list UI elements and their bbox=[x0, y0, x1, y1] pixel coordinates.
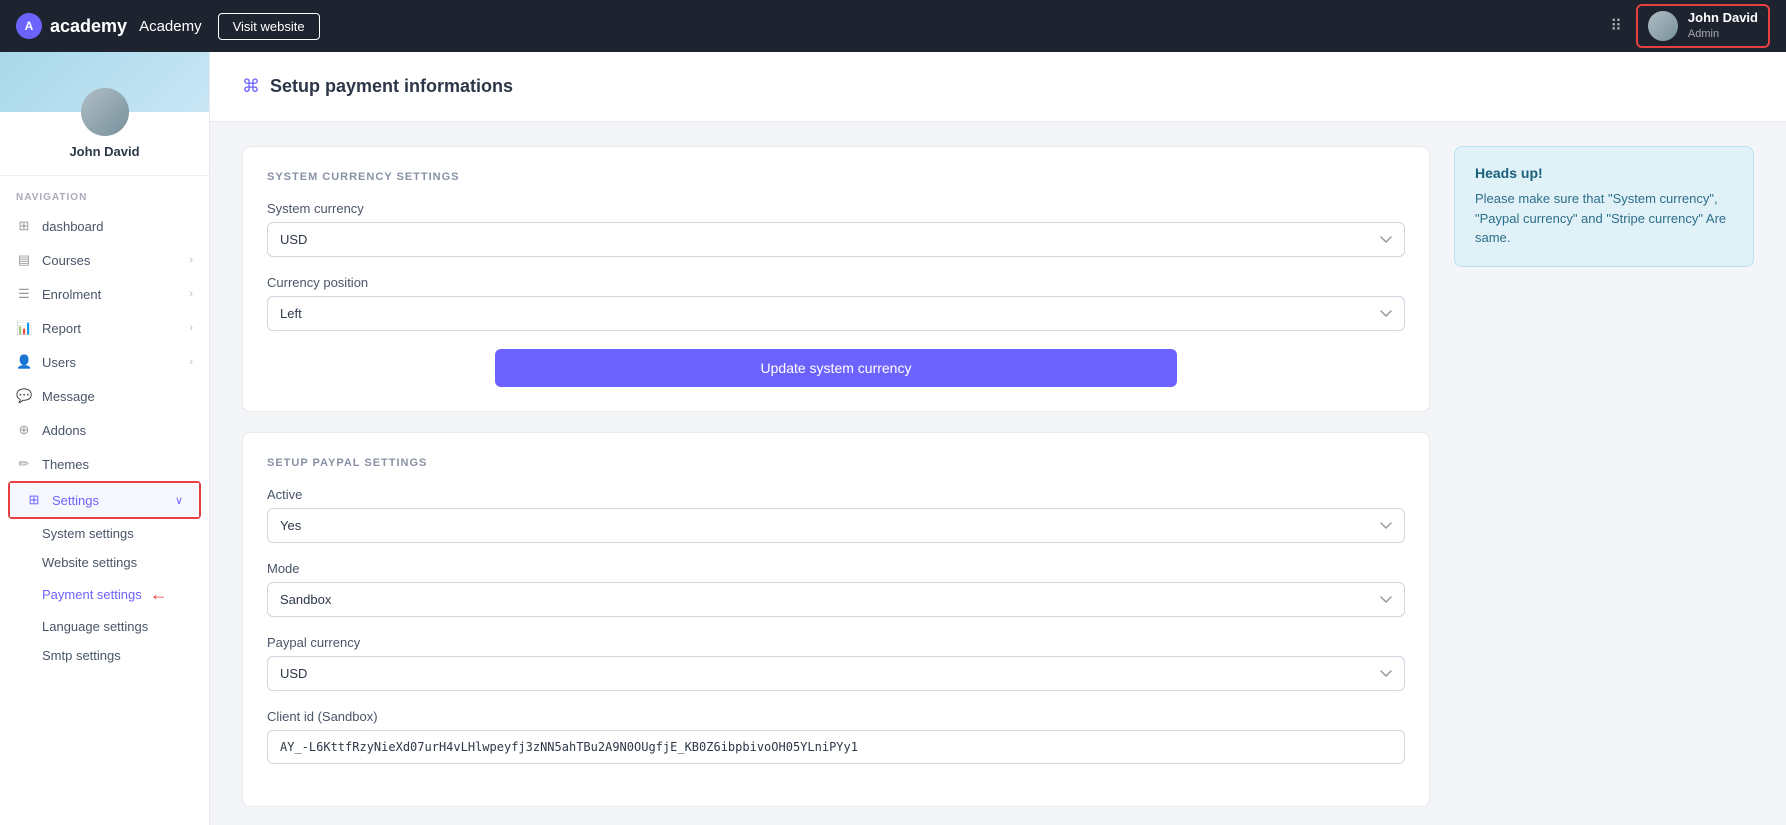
sidebar-item-enrolment[interactable]: ☰ Enrolment › bbox=[0, 277, 209, 311]
sidebar-item-report[interactable]: 📊 Report › bbox=[0, 311, 209, 345]
sidebar-item-label: Message bbox=[42, 389, 95, 404]
paypal-mode-group: Mode Sandbox Live bbox=[267, 561, 1405, 617]
avatar-image bbox=[1648, 11, 1678, 41]
paypal-active-group: Active Yes No bbox=[267, 487, 1405, 543]
nav-section-label: NAVIGATION bbox=[0, 176, 209, 209]
client-id-label: Client id (Sandbox) bbox=[267, 709, 1405, 724]
sidebar-sub-smtp-settings[interactable]: Smtp settings bbox=[0, 641, 209, 670]
sidebar-item-label: Report bbox=[42, 321, 81, 336]
sidebar-sub-system-settings[interactable]: System settings bbox=[0, 519, 209, 548]
active-arrow-icon: ← bbox=[150, 584, 168, 605]
chevron-right-icon: › bbox=[189, 322, 193, 334]
user-name: John David bbox=[1688, 10, 1758, 27]
sidebar-sub-language-settings[interactable]: Language settings bbox=[0, 612, 209, 641]
topnav-right: ⠿ John David Admin bbox=[1610, 4, 1770, 47]
sidebar-avatar bbox=[81, 88, 129, 136]
sidebar-sub-website-settings[interactable]: Website settings bbox=[0, 548, 209, 577]
paypal-mode-label: Mode bbox=[267, 561, 1405, 576]
paypal-currency-select[interactable]: USD EUR GBP bbox=[267, 656, 1405, 691]
user-role: Admin bbox=[1688, 27, 1758, 41]
sidebar-sub-payment-settings[interactable]: Payment settings ← bbox=[0, 577, 209, 612]
addons-icon: ⊕ bbox=[16, 422, 32, 438]
report-icon: 📊 bbox=[16, 320, 32, 336]
sidebar-item-label: Courses bbox=[42, 253, 90, 268]
currency-settings-card: SYSTEM CURRENCY SETTINGS System currency… bbox=[242, 146, 1430, 412]
client-id-group: Client id (Sandbox) bbox=[267, 709, 1405, 764]
currency-label: System currency bbox=[267, 201, 1405, 216]
topnav: A academy Academy Visit website ⠿ John D… bbox=[0, 0, 1786, 52]
client-id-input[interactable] bbox=[267, 730, 1405, 764]
sidebar-item-label: Themes bbox=[42, 457, 89, 472]
chevron-right-icon: › bbox=[189, 288, 193, 300]
page-title: Setup payment informations bbox=[270, 76, 513, 97]
body-layout: John David NAVIGATION ⊞ dashboard ▤ Cour… bbox=[0, 52, 1786, 825]
paypal-settings-card: SETUP PAYPAL SETTINGS Active Yes No Mode… bbox=[242, 432, 1430, 807]
sidebar-item-label: Users bbox=[42, 355, 76, 370]
page-header-icon: ⌘ bbox=[242, 76, 260, 97]
sidebar-profile: John David bbox=[0, 52, 209, 176]
position-select[interactable]: Left Right bbox=[267, 296, 1405, 331]
sidebar: John David NAVIGATION ⊞ dashboard ▤ Cour… bbox=[0, 52, 210, 825]
sidebar-item-users[interactable]: 👤 Users › bbox=[0, 345, 209, 379]
currency-position-group: Currency position Left Right bbox=[267, 275, 1405, 331]
system-currency-group: System currency USD EUR GBP bbox=[267, 201, 1405, 257]
enrolment-icon: ☰ bbox=[16, 286, 32, 302]
paypal-currency-label: Paypal currency bbox=[267, 635, 1405, 650]
sidebar-item-dashboard[interactable]: ⊞ dashboard bbox=[0, 209, 209, 243]
user-info: John David Admin bbox=[1688, 10, 1758, 41]
content-right: Heads up! Please make sure that "System … bbox=[1454, 146, 1754, 807]
sidebar-item-settings[interactable]: ⊞ Settings ∨ bbox=[10, 483, 199, 517]
sidebar-item-label: Enrolment bbox=[42, 287, 101, 302]
update-currency-button[interactable]: Update system currency bbox=[495, 349, 1178, 387]
content-grid: SYSTEM CURRENCY SETTINGS System currency… bbox=[210, 122, 1786, 825]
paypal-currency-group: Paypal currency USD EUR GBP bbox=[267, 635, 1405, 691]
position-label: Currency position bbox=[267, 275, 1405, 290]
sidebar-item-courses[interactable]: ▤ Courses › bbox=[0, 243, 209, 277]
grid-icon[interactable]: ⠿ bbox=[1610, 16, 1622, 36]
settings-highlighted-container: ⊞ Settings ∨ bbox=[8, 481, 201, 519]
chevron-right-icon: › bbox=[189, 356, 193, 368]
info-card-text: Please make sure that "System currency",… bbox=[1475, 189, 1733, 248]
paypal-mode-select[interactable]: Sandbox Live bbox=[267, 582, 1405, 617]
sidebar-item-label: Settings bbox=[52, 493, 99, 508]
dashboard-icon: ⊞ bbox=[16, 218, 32, 234]
avatar bbox=[1648, 11, 1678, 41]
paypal-active-label: Active bbox=[267, 487, 1405, 502]
topnav-user-menu[interactable]: John David Admin bbox=[1636, 4, 1770, 47]
visit-website-button[interactable]: Visit website bbox=[218, 13, 320, 40]
logo-icon: A bbox=[16, 13, 42, 39]
themes-icon: ✏ bbox=[16, 456, 32, 472]
chevron-down-icon: ∨ bbox=[175, 494, 183, 507]
topnav-logo: A academy bbox=[16, 13, 127, 39]
content-left: SYSTEM CURRENCY SETTINGS System currency… bbox=[242, 146, 1430, 807]
sidebar-item-label: dashboard bbox=[42, 219, 103, 234]
info-card-title: Heads up! bbox=[1475, 165, 1733, 181]
paypal-active-select[interactable]: Yes No bbox=[267, 508, 1405, 543]
users-icon: 👤 bbox=[16, 354, 32, 370]
sidebar-username: John David bbox=[69, 144, 139, 159]
logo-text: academy bbox=[50, 16, 127, 37]
sidebar-item-message[interactable]: 💬 Message bbox=[0, 379, 209, 413]
message-icon: 💬 bbox=[16, 388, 32, 404]
sidebar-item-label: Addons bbox=[42, 423, 86, 438]
courses-icon: ▤ bbox=[16, 252, 32, 268]
currency-section-title: SYSTEM CURRENCY SETTINGS bbox=[267, 171, 1405, 183]
sidebar-item-themes[interactable]: ✏ Themes bbox=[0, 447, 209, 481]
settings-icon: ⊞ bbox=[26, 492, 42, 508]
paypal-section-title: SETUP PAYPAL SETTINGS bbox=[267, 457, 1405, 469]
currency-select[interactable]: USD EUR GBP bbox=[267, 222, 1405, 257]
info-card: Heads up! Please make sure that "System … bbox=[1454, 146, 1754, 267]
topnav-app-name: Academy bbox=[139, 18, 202, 35]
main-content: ⌘ Setup payment informations SYSTEM CURR… bbox=[210, 52, 1786, 825]
sidebar-item-addons[interactable]: ⊕ Addons bbox=[0, 413, 209, 447]
page-header: ⌘ Setup payment informations bbox=[210, 52, 1786, 122]
chevron-right-icon: › bbox=[189, 254, 193, 266]
